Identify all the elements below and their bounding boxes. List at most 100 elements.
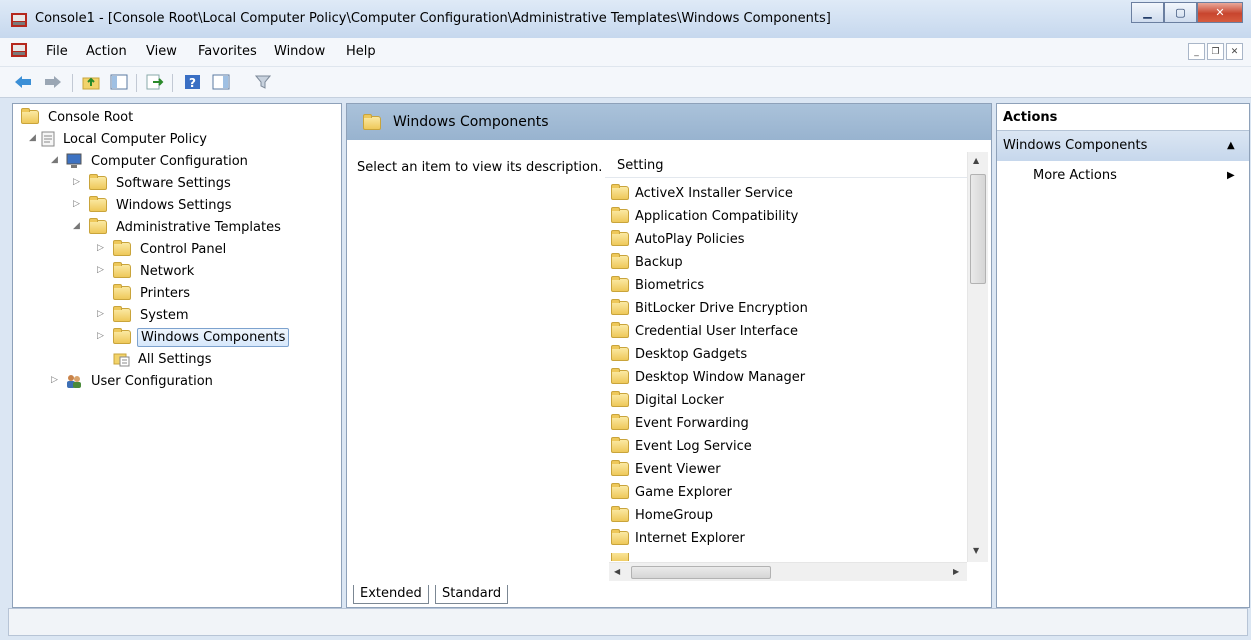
folder-icon [89,196,107,212]
horizontal-scrollbar[interactable]: ◀ ▶ [609,562,967,581]
tab-standard[interactable]: Standard [435,585,509,604]
expand-arrow-icon[interactable]: ▷ [97,243,104,253]
tree-node-label: Network [140,263,195,279]
actions-section-label: Windows Components [1003,138,1148,153]
list-item-label: Desktop Gadgets [635,346,748,362]
tree-node-network[interactable]: Network [113,261,197,281]
tree-node-control-panel[interactable]: Control Panel [113,239,229,259]
folder-icon [611,460,629,476]
tree-node-windows-components[interactable]: Windows Components [113,327,290,347]
list-item-partial[interactable] [611,553,635,561]
tree-node-local-computer-policy[interactable]: Local Computer Policy [41,129,210,149]
expand-arrow-icon[interactable]: ▷ [97,309,104,319]
expand-arrow-icon[interactable]: ▷ [97,265,104,275]
filter-icon[interactable] [252,72,274,92]
menu-favorites[interactable]: Favorites [198,44,257,59]
list-item[interactable]: Digital Locker [611,389,724,411]
submenu-arrow-icon[interactable]: ▶ [1227,170,1235,181]
menu-view[interactable]: View [146,44,177,59]
list-item[interactable]: Game Explorer [611,481,732,503]
expand-arrow-icon[interactable]: ▷ [73,199,80,209]
list-item[interactable]: Event Viewer [611,458,721,480]
column-header-label: Setting [617,158,664,173]
more-actions-item[interactable]: More Actions [1033,168,1117,183]
list-item[interactable]: Credential User Interface [611,320,798,342]
scroll-down-arrow-icon[interactable]: ▼ [973,546,979,555]
collapse-triangle-icon[interactable]: ▲ [1227,140,1235,151]
help-icon[interactable]: ? [182,72,204,92]
list-item[interactable]: Backup [611,251,683,273]
list-item[interactable]: Desktop Window Manager [611,366,805,388]
tree-node-printers[interactable]: Printers [113,283,193,303]
scroll-left-arrow-icon[interactable]: ◀ [614,567,620,576]
vertical-scroll-thumb[interactable] [970,174,986,284]
show-hide-tree-icon[interactable] [108,72,130,92]
folder-icon [611,483,629,499]
scroll-right-arrow-icon[interactable]: ▶ [953,567,959,576]
expand-arrow-icon[interactable]: ▷ [51,375,58,385]
list-item[interactable]: BitLocker Drive Encryption [611,297,808,319]
up-folder-icon[interactable] [80,72,102,92]
list-item[interactable]: Event Log Service [611,435,752,457]
folder-icon [89,218,107,234]
tree-node-label: User Configuration [91,373,213,389]
status-bar [8,608,1248,636]
show-hide-action-pane-icon[interactable] [210,72,232,92]
tree-node-label: Windows Settings [116,197,232,213]
scroll-up-arrow-icon[interactable]: ▲ [973,156,979,165]
forward-arrow-icon[interactable] [42,72,64,92]
mdi-minimize-button[interactable]: _ [1188,43,1205,60]
tree-node-all-settings[interactable]: All Settings [113,349,215,369]
menu-help[interactable]: Help [346,44,376,59]
mmc-app-icon[interactable] [11,13,27,31]
collapse-arrow-icon[interactable]: ◢ [51,155,58,165]
maximize-button[interactable]: ▢ [1164,2,1197,23]
menu-window[interactable]: Window [274,44,325,59]
list-item[interactable]: Internet Explorer [611,527,745,549]
tree-node-system[interactable]: System [113,305,191,325]
expand-arrow-icon[interactable]: ▷ [97,331,104,341]
folder-icon [113,306,131,322]
minimize-button[interactable]: ▁ [1131,2,1164,23]
list-item[interactable]: HomeGroup [611,504,713,526]
horizontal-scroll-thumb[interactable] [631,566,771,579]
computer-icon [65,153,83,169]
folder-icon [113,240,131,256]
folder-icon [21,108,39,124]
menu-bar: File Action View Favorites Window Help _… [0,38,1251,67]
title-bar: Console1 - [Console Root\Local Computer … [0,0,1251,38]
list-item-label: Event Viewer [635,461,721,477]
tree-node-console-root[interactable]: Console Root [21,107,136,127]
folder-icon [363,114,381,130]
mdi-restore-button[interactable]: ❐ [1207,43,1224,60]
console-menu-icon[interactable] [11,43,27,61]
tree-node-user-configuration[interactable]: User Configuration [65,371,216,391]
folder-icon [611,345,629,361]
list-item[interactable]: Application Compatibility [611,205,798,227]
svg-text:?: ? [189,76,196,90]
collapse-arrow-icon[interactable]: ◢ [73,221,80,231]
list-item[interactable]: AutoPlay Policies [611,228,745,250]
collapse-arrow-icon[interactable]: ◢ [29,133,36,143]
vertical-scrollbar[interactable]: ▲ ▼ [967,152,988,562]
tree-node-administrative-templates[interactable]: Administrative Templates [89,217,284,237]
mdi-close-button[interactable]: ✕ [1226,43,1243,60]
menu-action[interactable]: Action [86,44,127,59]
tab-extended[interactable]: Extended [353,585,429,604]
list-item[interactable]: Desktop Gadgets [611,343,747,365]
column-header-setting[interactable]: Setting [605,153,967,178]
export-list-icon[interactable] [144,72,166,92]
tree-node-software-settings[interactable]: Software Settings [89,173,234,193]
list-item-label: AutoPlay Policies [635,231,745,247]
menu-file[interactable]: File [46,44,68,59]
expand-arrow-icon[interactable]: ▷ [73,177,80,187]
tree-node-windows-settings[interactable]: Windows Settings [89,195,234,215]
folder-icon [611,414,629,430]
back-arrow-icon[interactable] [12,72,34,92]
list-item[interactable]: Event Forwarding [611,412,749,434]
list-item[interactable]: ActiveX Installer Service [611,182,793,204]
actions-section-windows-components[interactable]: Windows Components ▲ [997,131,1249,161]
tree-node-computer-configuration[interactable]: Computer Configuration [65,151,251,171]
close-button[interactable]: ✕ [1197,2,1243,23]
list-item[interactable]: Biometrics [611,274,704,296]
